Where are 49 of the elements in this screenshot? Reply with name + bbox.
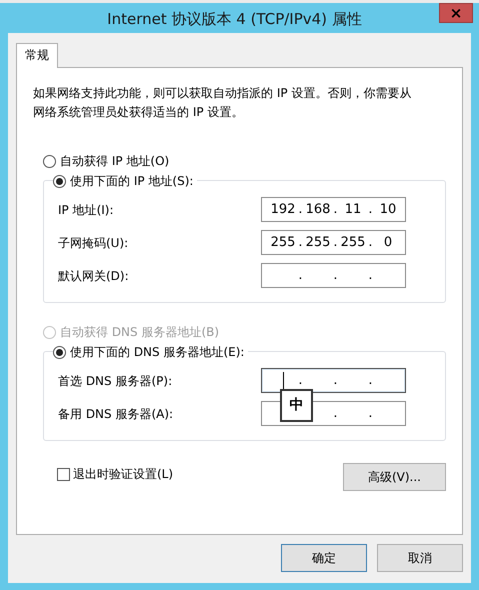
- field-label: 默认网关(D):: [58, 268, 130, 284]
- radio-label: 使用下面的 IP 地址(S):: [70, 173, 194, 190]
- field-label: 备用 DNS 服务器(A):: [58, 406, 174, 422]
- octet-text: 10: [380, 200, 396, 218]
- dot-separator: .: [298, 266, 303, 285]
- octet-text: 255: [270, 234, 296, 252]
- radio-label: 自动获得 DNS 服务器地址(B): [60, 324, 220, 341]
- octet-text: 192: [270, 200, 296, 218]
- dot-separator: .: [368, 200, 373, 219]
- checkbox-label: 退出时验证设置(L): [73, 466, 174, 483]
- dot-separator: .: [368, 266, 373, 285]
- octet-text: 255: [306, 234, 330, 252]
- octet-text: 168: [306, 200, 330, 218]
- ime-indicator: 中: [280, 389, 313, 422]
- octet-text: 0: [384, 234, 392, 252]
- radio-button[interactable]: [53, 174, 66, 188]
- ip-address-field[interactable]: 255 . 255 . 255 . 0: [261, 230, 406, 255]
- window-title: Internet 协议版本 4 (TCP/IPv4) 属性: [106, 9, 363, 30]
- text-caret: [282, 372, 284, 390]
- radio-label: 使用下面的 DNS 服务器地址(E):: [70, 344, 244, 361]
- radio-button[interactable]: [43, 154, 56, 168]
- tab[interactable]: 常规: [16, 43, 58, 68]
- ip-address-field[interactable]: . . .: [261, 368, 406, 393]
- octet-text: 11: [344, 200, 362, 218]
- radio-label: 自动获得 IP 地址(O): [60, 153, 170, 170]
- dot-separator: .: [298, 200, 303, 219]
- field-label: 子网掩码(U):: [58, 234, 130, 252]
- radio-button[interactable]: [53, 346, 66, 358]
- dot-separator: .: [368, 372, 373, 390]
- dot-separator: .: [333, 234, 338, 252]
- octet-text: 255: [340, 234, 366, 252]
- dot-separator: .: [333, 266, 338, 285]
- dot-separator: .: [333, 200, 338, 219]
- dot-separator: .: [333, 404, 338, 423]
- dot-separator: .: [333, 372, 338, 390]
- description-text: 如果网络支持此功能，则可以获取自动指派的 IP 设置。否则，你需要从网络系统管理员处获得适当的 IP 设置。: [33, 85, 412, 121]
- ip-address-field[interactable]: . . .: [261, 263, 406, 288]
- close-button[interactable]: ×: [439, 3, 473, 23]
- dialog-button[interactable]: 取消: [377, 544, 463, 572]
- dot-separator: .: [298, 372, 303, 390]
- field-label: IP 地址(I):: [58, 202, 115, 218]
- ip-address-field[interactable]: 192 . 168 . 11 . 10: [261, 197, 406, 222]
- dot-separator: .: [368, 404, 373, 423]
- advanced-button[interactable]: 高级(V)...: [343, 463, 446, 491]
- dot-separator: .: [298, 234, 303, 252]
- field-label: 首选 DNS 服务器(P):: [58, 372, 174, 390]
- dialog-button[interactable]: 确定: [281, 544, 367, 572]
- dot-separator: .: [368, 234, 373, 252]
- checkbox[interactable]: [57, 468, 70, 480]
